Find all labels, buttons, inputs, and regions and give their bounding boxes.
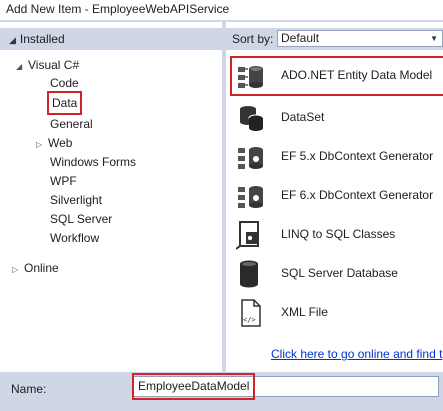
chevron-down-icon: ▼ xyxy=(430,34,438,43)
find-templates-online-link[interactable]: Click here to go online and find t xyxy=(271,347,442,361)
sort-bar: Sort by: Default ▼ xyxy=(226,28,443,50)
installed-header[interactable]: ◢ Installed xyxy=(0,28,222,50)
xml-file-icon: </> xyxy=(241,299,261,327)
template-linq-to-sql-classes[interactable]: LINQ to SQL Classes xyxy=(232,217,443,253)
window-title: Add New Item - EmployeeWebAPIService xyxy=(0,0,443,20)
sort-by-dropdown[interactable]: Default ▼ xyxy=(277,30,443,47)
name-bar: Name: EmployeeDataModel xyxy=(0,372,443,411)
template-ef6-dbcontext-generator[interactable]: EF 6.x DbContext Generator xyxy=(232,178,443,214)
template-label: LINQ to SQL Classes xyxy=(281,227,396,241)
tree-item-label: Web xyxy=(48,136,73,150)
ef-generator-icon xyxy=(238,147,263,169)
templates-pane: Sort by: Default ▼ ADO.NET Entity Data M… xyxy=(226,22,443,372)
tree-item-data[interactable]: Data xyxy=(46,91,83,115)
template-label: EF 6.x DbContext Generator xyxy=(281,188,434,202)
tree-item-code[interactable]: Code xyxy=(50,74,79,92)
template-dataset[interactable]: DataSet xyxy=(232,100,443,136)
template-categories-pane: ◢ Installed ◢ Visual C# Code Data General … xyxy=(0,22,222,372)
database-icon xyxy=(240,260,258,288)
template-label: ADO.NET Entity Data Model xyxy=(281,68,433,82)
template-xml-file[interactable]: </> XML File xyxy=(232,295,443,331)
svg-text:</>: </> xyxy=(243,316,256,324)
dataset-icon xyxy=(240,106,264,131)
entity-model-icon xyxy=(238,66,263,88)
linq-icon xyxy=(236,221,259,250)
template-label: XML File xyxy=(281,305,328,319)
template-ado-net-entity-data-model[interactable]: ADO.NET Entity Data Model xyxy=(230,56,443,96)
template-label: SQL Server Database xyxy=(281,266,398,280)
tree-item-workflow[interactable]: Workflow xyxy=(50,229,99,247)
name-input-value: EmployeeDataModel xyxy=(131,373,256,400)
template-sql-server-database[interactable]: SQL Server Database xyxy=(232,256,443,292)
tree-item-label: Online xyxy=(24,261,59,275)
tree-item-online[interactable]: ▷ Online xyxy=(12,259,59,277)
template-label: EF 5.x DbContext Generator xyxy=(281,149,434,163)
tree-item-windows-forms[interactable]: Windows Forms xyxy=(50,153,136,171)
ef-generator-icon xyxy=(238,186,263,208)
collapse-triangle-icon: ◢ xyxy=(9,35,16,45)
sort-by-label: Sort by: xyxy=(232,32,274,46)
expanded-triangle-icon: ◢ xyxy=(16,62,23,71)
tree-item-web[interactable]: ▷ Web xyxy=(36,134,72,152)
tree-item-wpf[interactable]: WPF xyxy=(50,172,77,190)
tree-item-visual-csharp[interactable]: ◢ Visual C# xyxy=(16,56,79,74)
tree-item-general[interactable]: General xyxy=(50,115,93,133)
installed-label: Installed xyxy=(19,32,65,46)
tree-item-silverlight[interactable]: Silverlight xyxy=(50,191,102,209)
tree-item-sql-server[interactable]: SQL Server xyxy=(50,210,112,228)
tree-item-label: Visual C# xyxy=(28,58,80,72)
template-label: DataSet xyxy=(281,110,325,124)
name-label: Name: xyxy=(11,382,47,396)
collapsed-triangle-icon: ▷ xyxy=(12,265,19,274)
sort-by-value: Default xyxy=(281,31,320,45)
template-ef5-dbcontext-generator[interactable]: EF 5.x DbContext Generator xyxy=(232,139,443,175)
collapsed-triangle-icon: ▷ xyxy=(36,140,43,149)
